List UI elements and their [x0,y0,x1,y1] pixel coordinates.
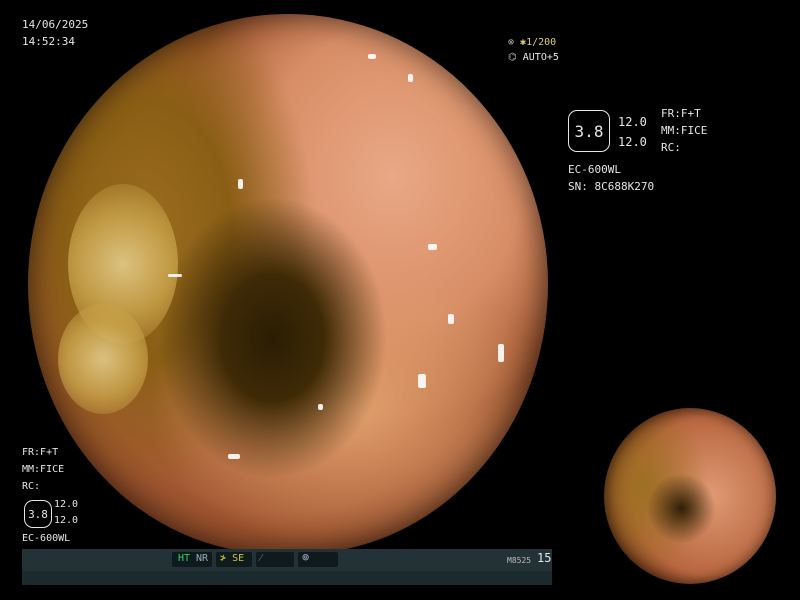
scope-model: EC-600WL [22,533,71,544]
mm-label: MM:FICE [22,464,65,475]
model-code: M8525 [507,556,532,565]
light-reflection [408,74,413,82]
rc-label: RC: [22,481,41,492]
param-value: 12.0 [618,135,647,149]
fr-label: FR:F+T [22,447,59,458]
thumbnail-view [604,408,776,584]
enhancement-badge: 3.8 [24,500,52,528]
main-endoscopic-view [28,14,548,554]
enhance-icon: ≯ [220,553,227,564]
ht-indicator: HT [178,553,191,564]
fr-label: FR:F+T [661,107,701,120]
mucosal-nodule [58,304,148,414]
rc-label: RC: [661,141,681,154]
date-label: 14/06/2025 [22,18,89,31]
light-reflection [428,244,437,250]
light-reflection [238,179,243,189]
exposure-mode: ⌬ AUTO+5 [508,52,559,63]
frame-count: 15 [537,551,552,565]
param-value: 12.0 [618,115,647,129]
light-reflection [418,374,426,388]
enhancement-badge: 3.8 [568,110,610,152]
record-icon: ⊚ [302,550,310,564]
light-reflection [168,274,182,277]
light-reflection [498,344,504,362]
light-reflection [448,314,454,324]
status-strip [22,571,552,585]
nr-indicator: NR [196,553,209,564]
light-reflection [318,404,323,410]
param-value: 12.0 [54,515,79,526]
param-value: 12.0 [54,499,79,510]
scope-model: EC-600WL [568,163,621,176]
iris-icon: ⊗ [508,37,521,48]
status-bar: HT NR ≯ SE ⁄ ⊚ M8525 15 [22,549,552,571]
mm-label: MM:FICE [661,124,708,137]
time-label: 14:52:34 [22,35,75,48]
iris-icon: ⌬ [508,52,523,63]
light-reflection [228,454,240,459]
light-reflection [368,54,376,59]
se-indicator: ≯ SE [220,553,245,564]
shutter-readout: ⊗ ✱1/200 [508,37,557,48]
serial-number: SN: 8C688K270 [568,180,655,193]
slash-icon: ⁄ [260,553,262,564]
